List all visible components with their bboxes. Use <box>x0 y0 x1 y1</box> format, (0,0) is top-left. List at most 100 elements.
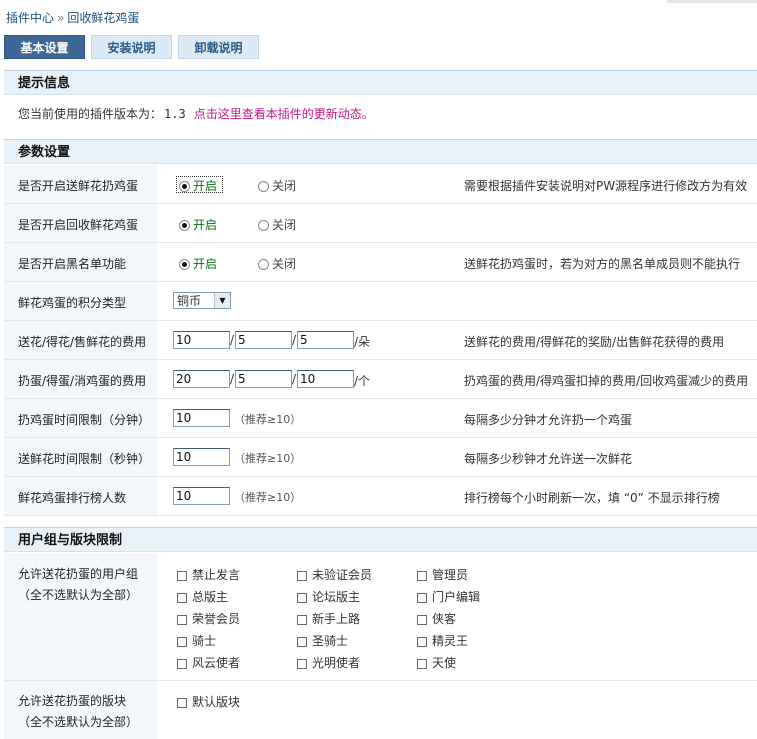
flower-sell-price-input[interactable]: 5 <box>297 331 354 349</box>
setting-row-flower-interval: 送鲜花时间限制（秒钟） 10 （推荐≥10） 每隔多少秒钟才允许送一次鲜花 <box>4 438 757 477</box>
radio-checked-icon <box>179 181 190 192</box>
checkbox-icon <box>297 636 307 647</box>
unit-text: 朵 <box>358 335 371 349</box>
slash-separator: / <box>230 333 235 347</box>
dropdown-arrow-icon[interactable]: ▼ <box>214 293 230 308</box>
setting-label: 鲜花鸡蛋排行榜人数 <box>18 491 127 505</box>
tab-basic-settings[interactable]: 基本设置 <box>4 35 85 59</box>
user-group-checkbox[interactable]: 精灵王 <box>417 632 468 649</box>
user-group-checkbox[interactable]: 禁止发言 <box>177 566 240 583</box>
user-group-checkbox[interactable]: 圣骑士 <box>297 632 348 649</box>
section-params-header: 参数设置 <box>4 139 757 164</box>
user-group-label: 侠客 <box>432 612 457 626</box>
tab-uninstall-guide[interactable]: 卸载说明 <box>178 35 259 59</box>
radio-label-off: 关闭 <box>272 218 297 232</box>
user-group-checkbox[interactable]: 门户编辑 <box>417 588 480 605</box>
user-group-checkbox[interactable]: 天使 <box>417 654 456 671</box>
setting-note: 送鲜花扔鸡蛋时，若为对方的黑名单成员则不能执行 <box>464 257 741 271</box>
radio-label-on: 开启 <box>193 179 218 193</box>
checkbox-icon <box>417 614 427 625</box>
checkbox-icon <box>177 614 187 625</box>
checkbox-icon <box>177 592 187 603</box>
user-group-label: 禁止发言 <box>192 568 241 582</box>
checkbox-icon <box>177 636 187 647</box>
user-group-checkbox[interactable]: 论坛版主 <box>297 588 360 605</box>
user-group-label: 天使 <box>432 656 457 670</box>
radio-unchecked-icon <box>258 259 269 270</box>
group-sublabel: （全不选默认为全部） <box>18 588 139 602</box>
setting-note: 排行榜每个小时刷新一次，填 “0” 不显示排行榜 <box>464 491 720 505</box>
setting-label: 送鲜花时间限制（秒钟） <box>18 452 151 466</box>
user-group-checkbox[interactable]: 光明使者 <box>297 654 360 671</box>
setting-note: 每隔多少分钟才允许扔一个鸡蛋 <box>464 413 633 427</box>
egg-throw-cost-input[interactable]: 20 <box>173 370 230 388</box>
setting-label: 扔鸡蛋时间限制（分钟） <box>18 413 151 427</box>
checkbox-icon <box>177 570 187 581</box>
version-number: 1.3 <box>164 107 186 121</box>
version-notice: 您当前使用的插件版本为： 1.3 点击这里查看本插件的更新动态。 <box>18 105 374 122</box>
setting-row-flower-cost: 送花/得花/售鲜花的费用 10 / 5 / 5 /朵 送鲜花的费用/得鲜花的奖励… <box>4 321 757 360</box>
user-group-checkbox[interactable]: 总版主 <box>177 588 228 605</box>
radio-enable-gift-on[interactable]: 开启 <box>179 177 217 194</box>
setting-row-blacklist: 是否开启黑名单功能 开启 关闭 送鲜花扔鸡蛋时，若为对方的黑名单成员则不能执行 <box>4 243 757 282</box>
setting-row-ranking-size: 鲜花鸡蛋排行榜人数 10 （推荐≥10） 排行榜每个小时刷新一次，填 “0” 不… <box>4 477 757 516</box>
recommend-hint: （推荐≥10） <box>234 413 302 426</box>
radio-enable-gift-off[interactable]: 关闭 <box>258 177 296 194</box>
forum-checkbox-default[interactable]: 默认版块 <box>177 693 240 710</box>
top-scroll-strip <box>667 0 757 3</box>
forum-label: 允许送花扔蛋的版块 <box>18 694 127 708</box>
user-group-checkbox[interactable]: 未验证会员 <box>297 566 372 583</box>
user-group-checkbox[interactable]: 荣誉会员 <box>177 610 240 627</box>
unit-label: /朵 <box>354 335 371 349</box>
radio-blacklist-on[interactable]: 开启 <box>179 255 217 272</box>
breadcrumb-home-link[interactable]: 插件中心 <box>6 11 54 25</box>
user-group-label: 新手上路 <box>312 612 361 626</box>
setting-row-enable-gift: 是否开启送鲜花扔鸡蛋 开启 关闭 需要根据插件安装说明对PW源程序进行修改方为有… <box>4 165 757 204</box>
egg-get-penalty-input[interactable]: 5 <box>235 370 292 388</box>
forum-permission-row: 允许送花扔蛋的版块 （全不选默认为全部） 默认版块 <box>4 681 757 739</box>
egg-recycle-cost-input[interactable]: 10 <box>297 370 354 388</box>
user-group-checkbox[interactable]: 风云使者 <box>177 654 240 671</box>
checkbox-icon <box>417 658 427 669</box>
credit-type-select[interactable]: 铜币 ▼ <box>173 292 231 309</box>
group-permission-row: 允许送花扔蛋的用户组 （全不选默认为全部） <box>4 553 757 681</box>
user-group-label: 论坛版主 <box>312 590 361 604</box>
recommend-hint: （推荐≥10） <box>234 452 302 465</box>
user-group-checkbox[interactable]: 新手上路 <box>297 610 360 627</box>
setting-note: 送鲜花的费用/得鲜花的奖励/出售鲜花获得的费用 <box>464 335 725 349</box>
flower-interval-input[interactable]: 10 <box>173 448 230 466</box>
label-cell <box>4 681 158 739</box>
breadcrumb-separator: » <box>57 11 65 25</box>
user-group-checkbox[interactable]: 管理员 <box>417 566 468 583</box>
breadcrumb-current: 回收鲜花鸡蛋 <box>67 11 140 25</box>
checkbox-icon <box>417 636 427 647</box>
user-group-label: 骑士 <box>192 634 217 648</box>
checkbox-icon <box>177 658 187 669</box>
forum-sublabel: （全不选默认为全部） <box>18 715 139 729</box>
user-group-checkbox[interactable]: 骑士 <box>177 632 216 649</box>
radio-unchecked-icon <box>258 220 269 231</box>
tab-install-guide[interactable]: 安装说明 <box>91 35 172 59</box>
radio-enable-recycle-off[interactable]: 关闭 <box>258 216 296 233</box>
recommend-hint: （推荐≥10） <box>234 491 302 504</box>
unit-text: 个 <box>358 374 371 388</box>
radio-enable-recycle-on[interactable]: 开启 <box>179 216 217 233</box>
update-news-link[interactable]: 点击这里查看本插件的更新动态。 <box>194 107 374 121</box>
checkbox-icon <box>297 658 307 669</box>
forum-checkbox-label: 默认版块 <box>192 695 241 709</box>
ranking-size-input[interactable]: 10 <box>173 487 230 505</box>
radio-unchecked-icon <box>258 181 269 192</box>
radio-blacklist-off[interactable]: 关闭 <box>258 255 296 272</box>
setting-note: 需要根据插件安装说明对PW源程序进行修改方为有效 <box>464 179 748 193</box>
flower-get-reward-input[interactable]: 5 <box>235 331 292 349</box>
credit-type-value: 铜币 <box>177 294 202 308</box>
egg-interval-input[interactable]: 10 <box>173 409 230 427</box>
slash-separator: / <box>292 333 297 347</box>
setting-row-egg-interval: 扔鸡蛋时间限制（分钟） 10 （推荐≥10） 每隔多少分钟才允许扔一个鸡蛋 <box>4 399 757 438</box>
checkbox-icon <box>297 570 307 581</box>
flower-send-cost-input[interactable]: 10 <box>173 331 230 349</box>
radio-label-off: 关闭 <box>272 257 297 271</box>
user-group-checkbox[interactable]: 侠客 <box>417 610 456 627</box>
user-group-label: 光明使者 <box>312 656 361 670</box>
radio-checked-icon <box>179 259 190 270</box>
